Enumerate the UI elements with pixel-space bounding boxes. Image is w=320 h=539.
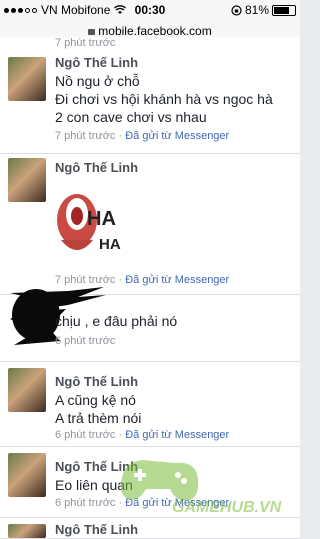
- message-time: 6 phút trước: [55, 429, 116, 441]
- message-text: Nồ ngu ở chỗ: [55, 73, 140, 89]
- message-text: 2 con cave chơi vs nhau: [55, 109, 207, 125]
- avatar[interactable]: [8, 368, 46, 412]
- message-meta: 7 phút trước · Đã gửi từ Messenger: [55, 130, 230, 142]
- message-text: A trả thèm nói: [55, 410, 142, 426]
- message-meta: 6 phút trước · Đã gửi từ Messenger: [55, 429, 230, 441]
- battery-percent: 81%: [244, 3, 269, 17]
- message-text: chịu , e đâu phải nó: [55, 313, 178, 329]
- message-time: 7 phút trước: [55, 37, 116, 49]
- message-text: A cũng kệ nó: [55, 392, 136, 408]
- avatar[interactable]: [8, 158, 46, 202]
- sent-via-link[interactable]: Đã gửi từ Messenger: [125, 429, 229, 441]
- watermark-logo: GAMEHUB.VN: [112, 453, 292, 523]
- watermark-text: GAMEHUB.VN: [172, 499, 282, 516]
- message-time: 6 phút trước: [55, 335, 116, 347]
- status-bar: VN Mobifone 00:30 81%: [0, 0, 300, 20]
- orientation-lock-icon: [231, 4, 242, 16]
- avatar[interactable]: [8, 453, 46, 497]
- sticker-image[interactable]: HA HA: [55, 178, 125, 266]
- message-item: Ngô Thế Linh A cũng kệ nó A trả thèm nói…: [0, 362, 300, 447]
- url-text: mobile.facebook.com: [98, 24, 212, 38]
- avatar[interactable]: [8, 57, 46, 101]
- avatar[interactable]: [8, 524, 46, 538]
- message-item: 7 phút trước: [0, 37, 300, 54]
- sender-name[interactable]: Ngô Thế Linh: [55, 522, 138, 537]
- sender-name[interactable]: Ngô Thế Linh: [55, 160, 138, 175]
- sticker-text: HA: [87, 208, 116, 230]
- battery-icon: [272, 4, 296, 16]
- lock-icon: [88, 29, 96, 35]
- message-item: chịu , e đâu phải nó 6 phút trước: [0, 287, 300, 362]
- sender-name[interactable]: Ngô Thế Linh: [55, 55, 138, 70]
- sent-via-link[interactable]: Đã gửi từ Messenger: [125, 130, 229, 142]
- sender-name[interactable]: Ngô Thế Linh: [55, 374, 138, 389]
- message-time: 6 phút trước: [55, 497, 116, 509]
- message-item: Ngô Thế Linh HA HA 7 phút trước · Đã gửi…: [0, 154, 300, 295]
- status-right: 81%: [231, 3, 296, 17]
- message-time: 7 phút trước: [55, 130, 116, 142]
- message-item: Ngô Thế Linh Nồ ngu ở chỗ Đi chơi vs hội…: [0, 53, 300, 154]
- sticker-text: HA: [99, 236, 121, 253]
- sent-via-link[interactable]: Đã gửi từ Messenger: [125, 274, 229, 286]
- message-text: Đi chơi vs hội khánh hà vs ngoc hà: [55, 91, 273, 107]
